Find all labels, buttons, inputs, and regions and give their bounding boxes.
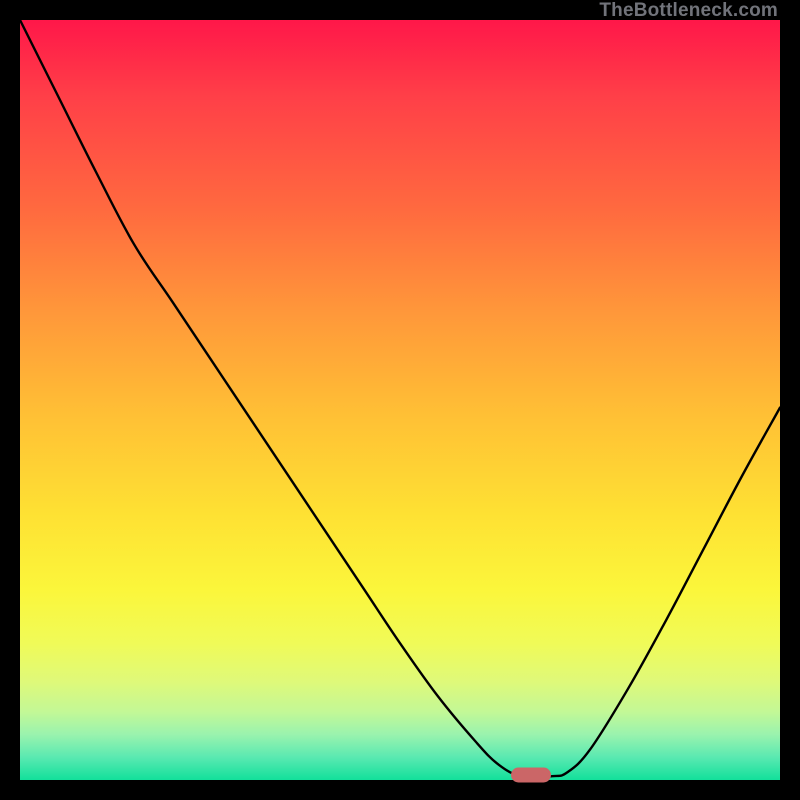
plot-area	[20, 20, 780, 780]
optimal-marker	[511, 767, 551, 782]
chart-frame: TheBottleneck.com	[0, 0, 800, 800]
watermark-text: TheBottleneck.com	[599, 0, 778, 22]
gradient-background	[20, 20, 780, 780]
